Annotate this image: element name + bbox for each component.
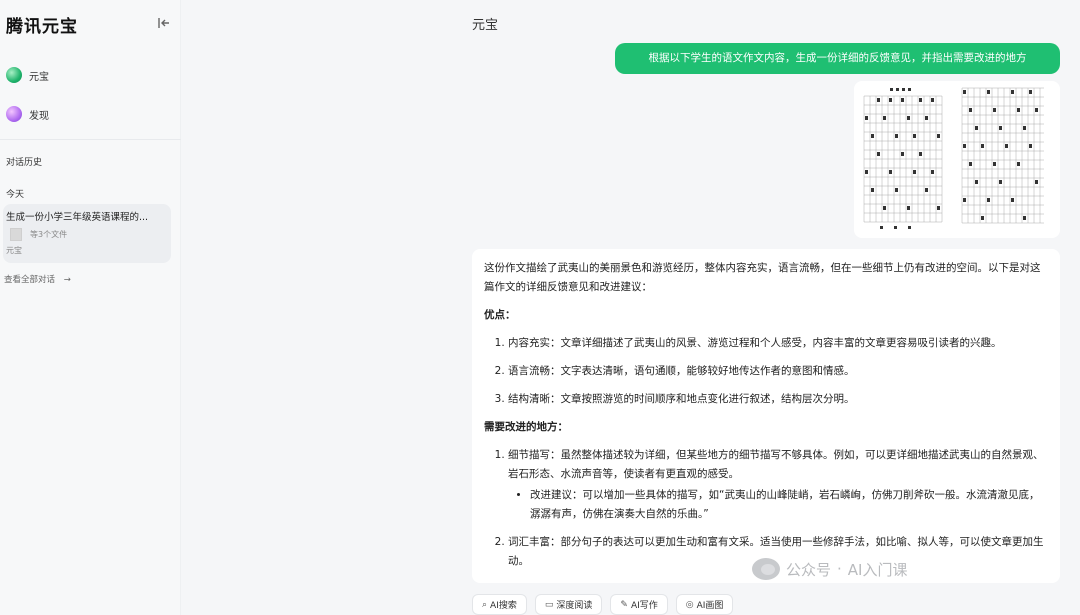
- tool-label: AI画图: [696, 601, 724, 611]
- sub-list: 改进建议：可以增加一些具体的描写，如“武夷山的山峰陡峭，岩石嶙峋，仿佛刀削斧砍一…: [508, 486, 1048, 524]
- assistant-answer: 这份作文描绘了武夷山的美丽景色和游览经历，整体内容充实，语言流畅，但在一些细节上…: [472, 249, 1060, 583]
- view-all-label: 查看全部对话: [4, 275, 56, 285]
- collapse-left-icon[interactable]: [157, 16, 171, 30]
- tool-label: 深度阅读: [556, 601, 593, 611]
- nav-label: 发现: [29, 110, 49, 122]
- discover-icon: [6, 106, 22, 122]
- watermark-left: 公众号: [786, 560, 832, 579]
- list-item-text: 细节描写：虽然整体描述较为详细，但某些地方的细节描写不够具体。例如，可以更详细地…: [508, 449, 1044, 480]
- essay-page-image-1[interactable]: [860, 84, 946, 234]
- strengths-list: 内容充实：文章详细描述了武夷山的风景、游览过程和个人感受，内容丰富的文章更容易吸…: [484, 334, 1048, 409]
- ai-drawing-button[interactable]: ◎ AI画图: [675, 594, 734, 615]
- wechat-icon: [752, 558, 780, 580]
- list-item: 细节描写：虽然整体描述较为详细，但某些地方的细节描写不够具体。例如，可以更详细地…: [508, 446, 1048, 524]
- history-item-source: 元宝: [6, 246, 22, 255]
- improvements-list: 细节描写：虽然整体描述较为详细，但某些地方的细节描写不够具体。例如，可以更详细地…: [484, 446, 1048, 571]
- watermark-right: AI入门课: [847, 560, 908, 579]
- deep-reading-button[interactable]: ▭ 深度阅读: [534, 594, 603, 615]
- page-title: 元宝: [472, 18, 499, 33]
- sub-list-item: 改进建议：可以增加一些具体的描写，如“武夷山的山峰陡峭，岩石嶙峋，仿佛刀削斧砍一…: [530, 486, 1048, 524]
- pen-icon: ✎: [620, 599, 628, 610]
- yuanbao-logo-icon: [6, 67, 22, 83]
- chat-main: 元宝 根据以下学生的语文作文内容，生成一份详细的反馈意见，并指出需要改进的地方: [181, 0, 1080, 615]
- today-heading: 今天: [6, 190, 25, 200]
- user-message: 根据以下学生的语文作文内容，生成一份详细的反馈意见，并指出需要改进的地方: [615, 43, 1060, 74]
- tool-bar: ⌕ AI搜索 ▭ 深度阅读 ✎ AI写作 ◎ AI画图: [472, 594, 734, 615]
- list-item: 内容充实：文章详细描述了武夷山的风景、游览过程和个人感受，内容丰富的文章更容易吸…: [508, 334, 1048, 353]
- sidebar-divider: [0, 139, 181, 140]
- ai-search-button[interactable]: ⌕ AI搜索: [472, 594, 527, 615]
- view-all-conversations-link[interactable]: 查看全部对话 →: [4, 273, 71, 285]
- list-item: 结构清晰：文章按照游览的时间顺序和地点变化进行叙述，结构层次分明。: [508, 390, 1048, 409]
- history-item-title: 生成一份小学三年级英语课程的...: [6, 212, 149, 223]
- watermark-separator: ·: [837, 560, 842, 578]
- arrow-right-icon: →: [63, 275, 71, 285]
- history-item[interactable]: 生成一份小学三年级英语课程的... 等3个文件 元宝: [3, 204, 171, 263]
- ai-writing-button[interactable]: ✎ AI写作: [610, 594, 668, 615]
- book-icon: ▭: [544, 599, 554, 610]
- search-icon: ⌕: [482, 599, 488, 610]
- attached-images: [854, 81, 1060, 238]
- app-brand: 腾讯元宝: [6, 17, 78, 37]
- nav-item-discover[interactable]: 发现: [6, 104, 49, 124]
- list-item: 语言流畅：文字表达清晰，语句通顺，能够较好地传达作者的意图和情感。: [508, 362, 1048, 381]
- history-heading: 对话历史: [6, 158, 43, 168]
- file-thumbnail-icon: [10, 228, 22, 241]
- nav-label: 元宝: [29, 71, 49, 83]
- tool-label: AI搜索: [490, 601, 517, 611]
- palette-icon: ◎: [685, 599, 694, 610]
- nav-item-yuanbao[interactable]: 元宝: [6, 65, 49, 85]
- watermark: 公众号 · AI入门课: [752, 558, 907, 580]
- essay-page-image-2[interactable]: [960, 84, 1046, 234]
- tool-label: AI写作: [630, 601, 658, 611]
- sidebar: 腾讯元宝 元宝 发现 对话历史 今天 生成一份小学三年级英语课程的... 等3个…: [0, 0, 181, 615]
- history-item-files: 等3个文件: [6, 228, 168, 241]
- answer-intro: 这份作文描绘了武夷山的美丽景色和游览经历，整体内容充实，语言流畅，但在一些细节上…: [484, 262, 1041, 293]
- improvements-heading: 需要改进的地方：: [484, 421, 568, 433]
- strengths-heading: 优点：: [484, 309, 516, 321]
- history-item-file-count: 等3个文件: [30, 230, 68, 239]
